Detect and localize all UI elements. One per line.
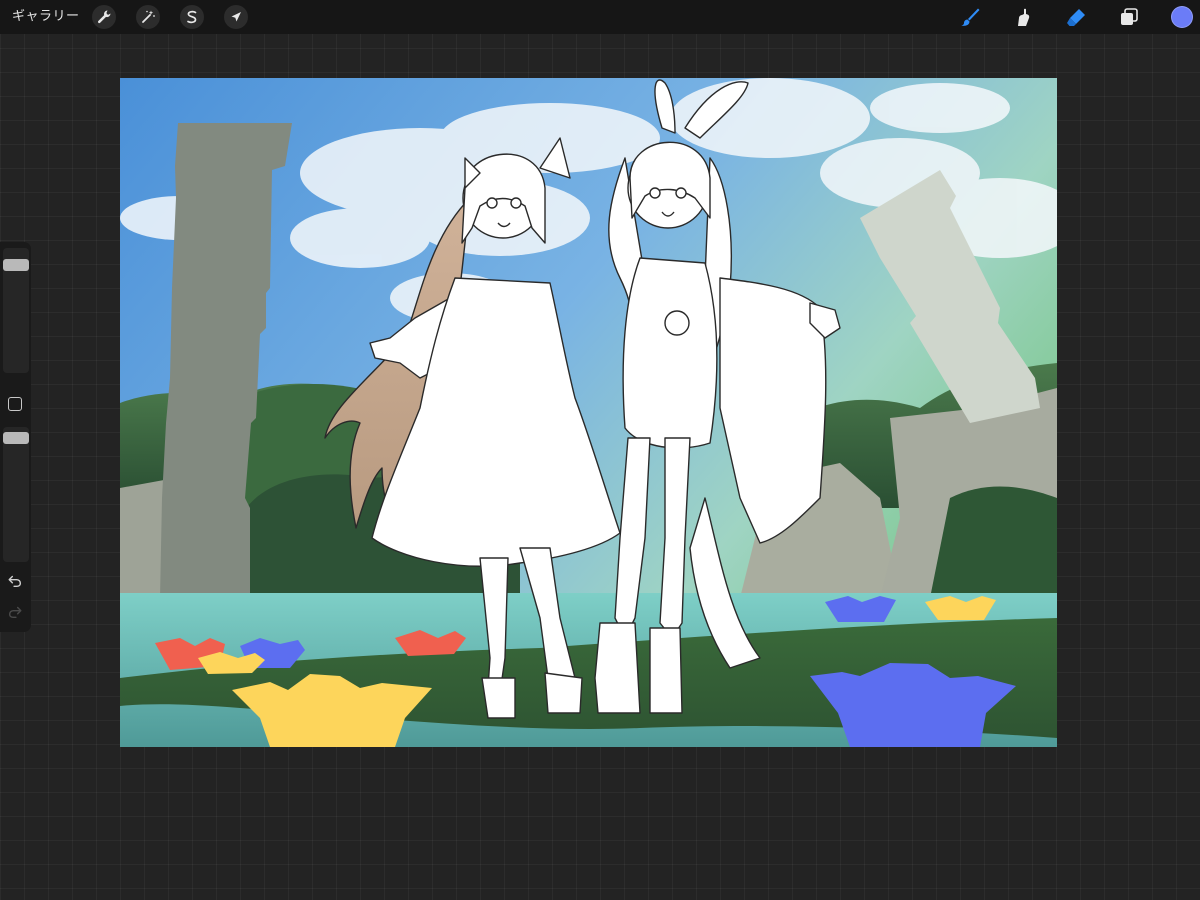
current-color-swatch[interactable] [1171, 6, 1193, 28]
layers-icon [1121, 8, 1138, 25]
rock-right-shadow [930, 486, 1057, 598]
canvas-artwork [120, 78, 1057, 747]
redo-icon [8, 606, 22, 619]
drawing-canvas[interactable] [120, 78, 1057, 747]
smudge-tool-button[interactable] [1011, 5, 1035, 29]
arrow-cursor-icon [231, 12, 241, 22]
brush-size-thumb[interactable] [3, 258, 29, 271]
brush-opacity-thumb[interactable] [3, 431, 29, 444]
actions-wrench-button[interactable] [92, 5, 116, 29]
transform-button[interactable] [224, 5, 248, 29]
layers-button[interactable] [1117, 5, 1141, 29]
undo-icon [8, 575, 22, 588]
brush-tool-button[interactable] [958, 5, 982, 29]
adjustments-button[interactable] [136, 5, 160, 29]
eraser-icon [1067, 9, 1085, 26]
smudge-icon [1018, 8, 1030, 26]
redo-button[interactable] [6, 603, 24, 621]
wrench-icon [97, 10, 111, 24]
selection-s-icon [187, 10, 197, 24]
eraser-tool-button[interactable] [1064, 5, 1088, 29]
undo-button[interactable] [6, 572, 24, 590]
modify-button[interactable] [8, 397, 22, 411]
gallery-button[interactable]: ギャラリー [12, 8, 80, 26]
brush-icon [961, 8, 980, 26]
brush-opacity-slider[interactable] [3, 427, 29, 562]
selection-button[interactable] [180, 5, 204, 29]
left-sidebar [0, 242, 31, 632]
top-toolbar: ギャラリー [0, 0, 1200, 34]
magic-wand-icon [142, 10, 155, 23]
